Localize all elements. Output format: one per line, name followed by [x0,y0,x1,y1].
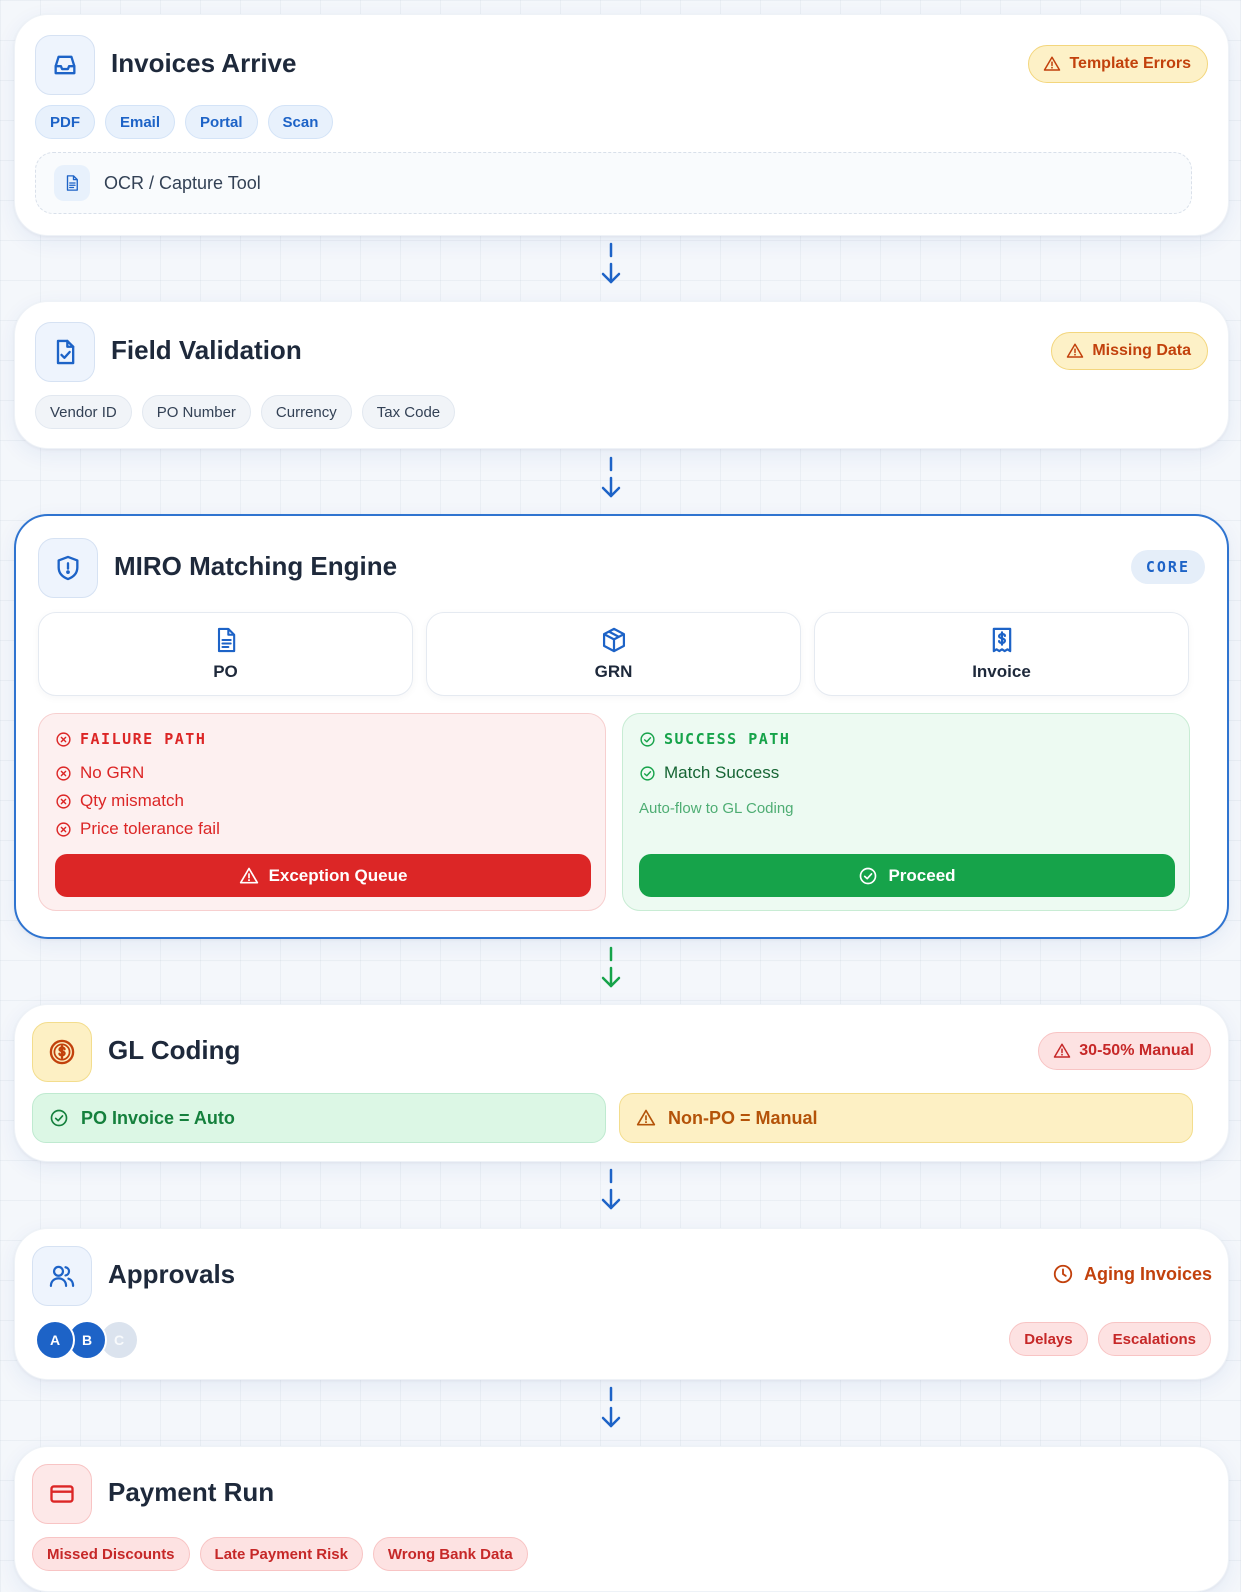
field-chips: Vendor ID PO Number Currency Tax Code [35,395,456,429]
template-errors-badge: Template Errors [1028,45,1208,83]
tag-late-payment-risk: Late Payment Risk [199,1537,363,1571]
ocr-capture-tool: OCR / Capture Tool [35,152,1192,214]
chip-pdf: PDF [35,105,95,139]
stage-approvals: Approvals Aging Invoices C B A Delays Es… [14,1228,1229,1380]
flow-arrow-2 [601,456,621,498]
success-note: Auto-flow to GL Coding [639,800,794,817]
stage-miro-matching-engine: MIRO Matching Engine CORE PO GRN Invoice… [14,514,1229,939]
x-circle-icon [55,821,72,838]
failure-item: Price tolerance fail [55,819,220,839]
manual-percent-badge: 30-50% Manual [1038,1032,1211,1070]
approval-issue-tags: Delays Escalations [1009,1322,1211,1356]
failure-path-panel: FAILURE PATH No GRN Qty mismatch Price t… [38,713,606,911]
success-path-title: SUCCESS PATH [664,730,791,748]
stage-title: Invoices Arrive [111,48,297,78]
chip-po-number: PO Number [141,395,251,429]
failure-item: Qty mismatch [55,791,184,811]
check-circle-icon [639,765,656,782]
payment-risk-tags: Missed Discounts Late Payment Risk Wrong… [32,1537,528,1571]
stage-title: Approvals [108,1259,236,1289]
stage-payment-run: Payment Run Missed Discounts Late Paymen… [14,1446,1229,1592]
aging-label: Aging Invoices [1083,1263,1212,1284]
failure-item-label: No GRN [80,763,145,782]
success-item-label: Match Success [664,763,780,782]
doc-label: Invoice [972,662,1031,681]
button-label: Proceed [888,865,956,885]
package-icon [602,627,625,653]
x-circle-icon [55,793,72,810]
inbox-icon [35,35,95,95]
check-circle-icon [858,866,878,886]
file-check-icon [35,322,95,382]
tag-delays: Delays [1009,1322,1088,1356]
stage-invoices-arrive: Invoices Arrive Template Errors PDF Emai… [14,14,1229,236]
doc-tile-po: PO [38,612,413,696]
po-invoice-auto: PO Invoice = Auto [32,1093,606,1143]
warning-icon [636,1108,656,1128]
x-circle-icon [55,765,72,782]
chip-tax-code: Tax Code [361,395,456,429]
source-chips: PDF Email Portal Scan [35,105,334,139]
chip-portal: Portal [185,105,258,139]
missing-data-badge: Missing Data [1051,332,1208,370]
stage-title: MIRO Matching Engine [114,551,398,581]
document-icon [212,626,240,654]
stage-title: Payment Run [108,1477,275,1507]
gl-manual-label: Non-PO = Manual [668,1107,818,1128]
avatar: A [35,1320,75,1360]
clock-icon [1053,1264,1073,1284]
exception-queue-button[interactable]: Exception Queue [55,854,591,897]
x-circle-icon [55,731,72,748]
check-circle-icon [639,731,656,748]
chip-currency: Currency [260,395,352,429]
aging-invoices-indicator: Aging Invoices [1052,1263,1212,1285]
shield-icon [38,538,98,598]
failure-item-label: Qty mismatch [80,791,184,810]
button-label: Exception Queue [268,865,408,885]
success-path-heading: SUCCESS PATH [639,730,790,748]
flow-arrow-1 [601,242,621,284]
coin-icon [32,1022,92,1082]
failure-item-label: Price tolerance fail [80,819,220,838]
warning-icon [239,866,259,886]
chip-email: Email [105,105,176,139]
tag-missed-discounts: Missed Discounts [32,1537,190,1571]
flow-arrow-4 [601,1168,621,1210]
success-item: Match Success [639,763,779,783]
tag-escalations: Escalations [1097,1322,1211,1356]
doc-tile-grn: GRN [426,612,801,696]
document-icon [54,165,90,201]
credit-card-icon [32,1464,92,1524]
warning-icon [1053,1042,1071,1060]
non-po-manual: Non-PO = Manual [619,1093,1193,1143]
stage-title: Field Validation [111,335,302,365]
warning-icon [1043,55,1061,73]
flow-arrow-5 [601,1386,621,1428]
doc-label: PO [213,662,238,681]
badge-label: Missing Data [1092,342,1191,359]
doc-label: GRN [594,662,633,681]
flow-arrow-3 [601,946,621,988]
success-path-panel: SUCCESS PATH Match Success Auto-flow to … [622,713,1190,911]
core-badge: CORE [1130,550,1205,584]
stage-gl-coding: GL Coding 30-50% Manual PO Invoice = Aut… [14,1004,1229,1162]
failure-item: No GRN [55,763,144,783]
tag-wrong-bank-data: Wrong Bank Data [372,1537,528,1571]
check-circle-icon [49,1108,69,1128]
warning-icon [1066,342,1084,360]
tool-label: OCR / Capture Tool [104,172,261,193]
chip-vendor-id: Vendor ID [35,395,132,429]
stage-title: GL Coding [108,1035,241,1065]
failure-path-title: FAILURE PATH [80,730,207,748]
doc-tile-invoice: Invoice [814,612,1189,696]
gl-auto-label: PO Invoice = Auto [81,1107,235,1128]
receipt-icon [992,627,1011,653]
chip-scan: Scan [267,105,334,139]
users-icon [32,1246,92,1306]
proceed-button[interactable]: Proceed [639,854,1175,897]
badge-label: Template Errors [1069,55,1191,72]
stage-field-validation: Field Validation Missing Data Vendor ID … [14,301,1229,449]
failure-path-heading: FAILURE PATH [55,730,206,748]
badge-label: 30-50% Manual [1079,1042,1194,1059]
